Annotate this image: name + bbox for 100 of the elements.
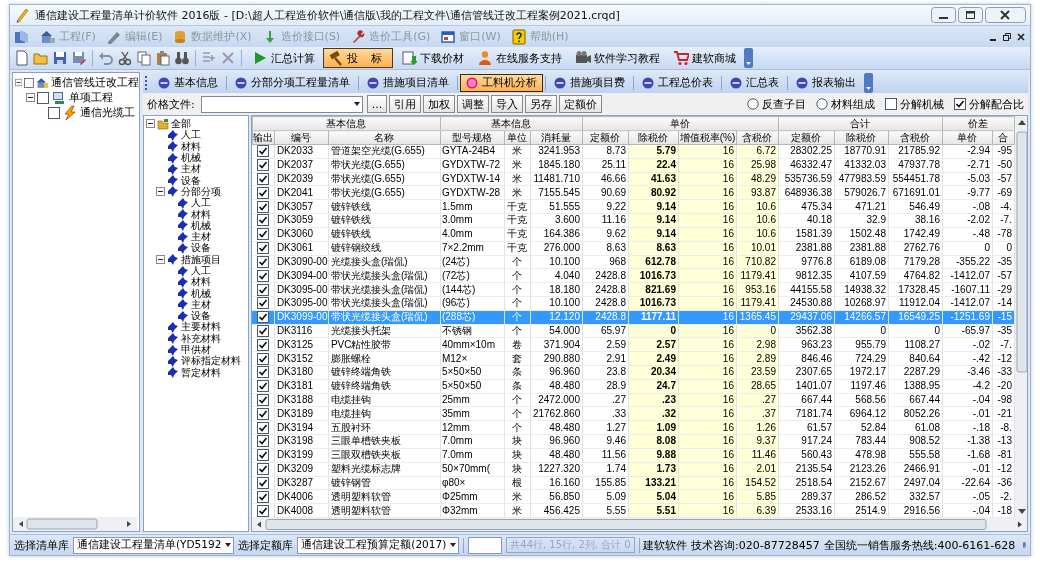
table-row[interactable]: DK3188 电缆挂钩 25mm 个 2472.000 .27 .23 16 .27 667.44 568.56 667.44 -.04 -98 [252, 393, 1015, 407]
checkbox[interactable] [257, 394, 270, 407]
checkbox[interactable] [48, 106, 60, 119]
table-row[interactable]: DK2037 带状光缆(G.655) GYDXTW-72 米 1845.180 25.11 22.4 16 25.98 46332.47 41332.03 47937.78 -2.71 -50 [252, 158, 1015, 173]
tree-item[interactable]: 人工 [191, 265, 211, 276]
tree-item[interactable]: 主材 [181, 163, 201, 175]
tab[interactable]: 汇总表 [724, 73, 785, 92]
tree-item[interactable]: 设备 [181, 174, 201, 186]
tree-item[interactable]: 主材 [191, 298, 211, 310]
collapse-icon[interactable] [26, 93, 35, 102]
tab[interactable]: 工程总价表 [636, 73, 719, 92]
table-row[interactable]: DK3057 镀锌铁线 1.5mm 千克 51.555 9.22 9.14 16 10.6 475.34 471.21 546.49 -.08 -4. [252, 199, 1015, 214]
undo-icon[interactable] [98, 50, 114, 66]
checkbox[interactable] [257, 338, 270, 351]
checkbox[interactable] [257, 159, 270, 172]
checkbox[interactable] [24, 76, 35, 89]
cut-icon[interactable] [117, 50, 133, 66]
toolbar-options-icon[interactable] [864, 72, 873, 93]
table-row[interactable]: DK3194 五股衬环 12mm 个 48.480 1.27 1.09 16 1.26 61.57 52.84 61.08 -.18 -8. [252, 420, 1015, 435]
toolbar-button[interactable]: 汇总计算 [247, 48, 320, 68]
toolbar-button[interactable]: 调整 [457, 95, 490, 113]
horizontal-scrollbar[interactable] [13, 517, 137, 531]
tree-item[interactable]: 机械 [191, 219, 211, 231]
tab[interactable]: 措施项目费 [548, 73, 631, 92]
table-row[interactable]: DK3287 镀锌钢管 φ80× 根 16.160 155.85 133.21 16 154.52 2518.54 2152.67 2497.04 -22.64 -36 [252, 476, 1015, 490]
table-row[interactable]: DK3061 镀锌钢绞线 7×2.2mm 千克 276.000 8.63 8.63 16 10.01 2381.88 2381.88 2762.76 0 0 [252, 241, 1015, 255]
table-row[interactable]: DK2033 管道架空光缆(G.655) GYTA-24B4 米 3241.953 8.73 5.79 16 6.72 28302.25 18770.91 21785.92 -2.94 -95 [252, 144, 1015, 159]
tree-item[interactable]: 机械 [191, 287, 211, 299]
input-field[interactable] [467, 536, 503, 554]
checkbox[interactable] [257, 352, 270, 365]
table-row[interactable]: DK3116 光缆接头托架 不锈钢 个 54.000 65.97 0 16 0 3562.38 0 0 -65.97 -35 [252, 324, 1015, 338]
tree-item[interactable]: 评标指定材料 [181, 355, 241, 367]
tree-item[interactable]: 设备 [191, 242, 211, 254]
checkbox[interactable] [257, 297, 270, 310]
tree-item[interactable]: 人工 [191, 197, 211, 209]
table-row[interactable]: DK3199 三眼双槽铁夹板 7.0mm 块 48.480 11.56 9.88 16 11.46 560.43 478.98 555.58 -1.68 -81 [252, 448, 1015, 463]
tree-item[interactable]: 甲供材 [181, 344, 211, 356]
checkbox[interactable] [257, 255, 270, 268]
toolbar-button[interactable]: 建软商城 [667, 48, 741, 68]
tree-item[interactable]: 设备 [191, 310, 211, 322]
tree-item[interactable]: 主材 [191, 231, 211, 243]
toolbar-button[interactable]: 导入 [491, 95, 524, 113]
tree-item[interactable]: 分部分项 [181, 185, 221, 197]
table-row[interactable]: DK3095-00 带状光缆接头盒(瑞侃) (96芯) 个 10.100 2428.8 1016.73 16 1179.41 24530.88 10268.97 11912.04 -1412.07 -14 [252, 296, 1015, 311]
toolbar-button[interactable]: 另存 [525, 95, 558, 113]
checkbox[interactable] [257, 476, 270, 489]
minimize-icon[interactable] [931, 7, 956, 23]
checkbox[interactable] [257, 173, 270, 186]
checkbox[interactable] [257, 228, 270, 241]
checkbox[interactable] [954, 98, 966, 110]
checkbox[interactable] [885, 98, 897, 110]
binoculars-icon[interactable] [174, 50, 190, 66]
checkbox[interactable] [257, 311, 270, 324]
checkbox[interactable] [257, 324, 270, 337]
table-row[interactable]: DK3090-00 光缆接头盒(瑞侃) (24芯) 个 10.100 968 612.78 16 710.82 9776.8 6189.08 7179.28 -355.22 -35 [252, 255, 1015, 269]
collapse-icon[interactable] [15, 78, 23, 87]
tree-item[interactable]: 暂定材料 [181, 366, 221, 378]
copy-icon[interactable] [136, 50, 152, 66]
tree-item[interactable]: 措施项目 [181, 253, 221, 265]
table-row[interactable]: DK3209 塑料光缆标志牌 50×70mm( 块 1227.320 1.74 1.73 16 2.01 2135.54 2123.26 2466.91 -.01 -12 [252, 462, 1015, 476]
table-row[interactable]: DK2039 带状光缆(G.655) GYDXTW-14 米 11481.710 46.66 41.63 16 48.29 535736.59 477983.59 554451.78 -5.03 -57 [252, 172, 1015, 186]
tab[interactable]: 报表输出 [790, 73, 862, 92]
checkbox[interactable] [257, 366, 270, 379]
quota-library-dropdown[interactable]: 通信建设工程预算定额(2017) [297, 536, 460, 554]
browse-button[interactable]: ... [366, 95, 388, 113]
radio-button[interactable] [816, 98, 828, 110]
tab[interactable]: 分部分项工程量清单 [229, 73, 356, 92]
tree-item[interactable]: 材料 [191, 276, 211, 288]
table-row[interactable]: DK4006 透明塑料软管 Φ25mm 米 56.850 5.09 5.04 16 5.85 289.37 286.52 332.57 -.05 -2. [252, 489, 1015, 504]
checkbox[interactable] [257, 435, 270, 448]
table-row[interactable]: DK3059 镀锌铁线 3.0mm 千克 3.600 11.16 9.14 16 10.6 40.18 32.9 38.16 -2.02 -7. [252, 213, 1015, 228]
toolbar-button[interactable]: 投 标 [323, 48, 393, 68]
save-icon[interactable] [52, 50, 68, 66]
tree-item[interactable]: 材料 [181, 140, 201, 152]
tab[interactable]: 措施项目清单 [361, 73, 455, 92]
table-row[interactable]: DK3198 三眼单槽铁夹板 7.0mm 块 96.960 9.46 8.08 16 9.37 917.24 783.44 908.52 -1.38 -13 [252, 434, 1015, 449]
checkbox[interactable] [257, 407, 270, 420]
table-row[interactable]: DK3189 电缆挂钩 35mm 个 21762.860 .33 .32 16 .37 7181.74 6964.12 8052.26 -.01 -21 [252, 406, 1015, 421]
tree-item[interactable]: 材料 [191, 208, 211, 220]
radio-button[interactable] [747, 98, 759, 110]
checkbox[interactable] [257, 269, 270, 282]
toolbar-button[interactable]: 加权 [423, 95, 456, 113]
toolbar-button[interactable]: 软件学习教程 [569, 48, 665, 68]
table-row[interactable]: DK3180 镀锌终端角铁 5×50×50 条 96.960 23.8 20.34 16 23.59 2307.65 1972.17 2287.29 -3.46 -33 [252, 365, 1015, 380]
tree-item[interactable]: 补充材料 [181, 332, 221, 344]
checkbox[interactable] [257, 449, 270, 462]
checkbox[interactable] [257, 242, 270, 255]
checkbox[interactable] [257, 463, 270, 476]
tree-item[interactable]: 单项工程 [69, 90, 113, 105]
table-row[interactable]: DK3060 镀锌铁线 4.0mm 千克 164.386 9.62 9.14 16 10.6 1581.39 1502.48 1742.49 -.48 -78 [252, 227, 1015, 242]
close-icon[interactable] [985, 7, 1026, 23]
toolbar-options-icon[interactable] [743, 48, 753, 68]
tree-item[interactable]: 通信光缆工 [80, 105, 135, 120]
checkbox[interactable] [257, 490, 270, 503]
checkbox[interactable] [257, 145, 270, 158]
price-file-dropdown[interactable] [200, 95, 363, 113]
open-folder-icon[interactable] [33, 50, 49, 66]
tree-item[interactable]: 人工 [181, 129, 201, 141]
collapse-icon[interactable] [156, 254, 165, 264]
checkbox[interactable] [257, 200, 270, 213]
